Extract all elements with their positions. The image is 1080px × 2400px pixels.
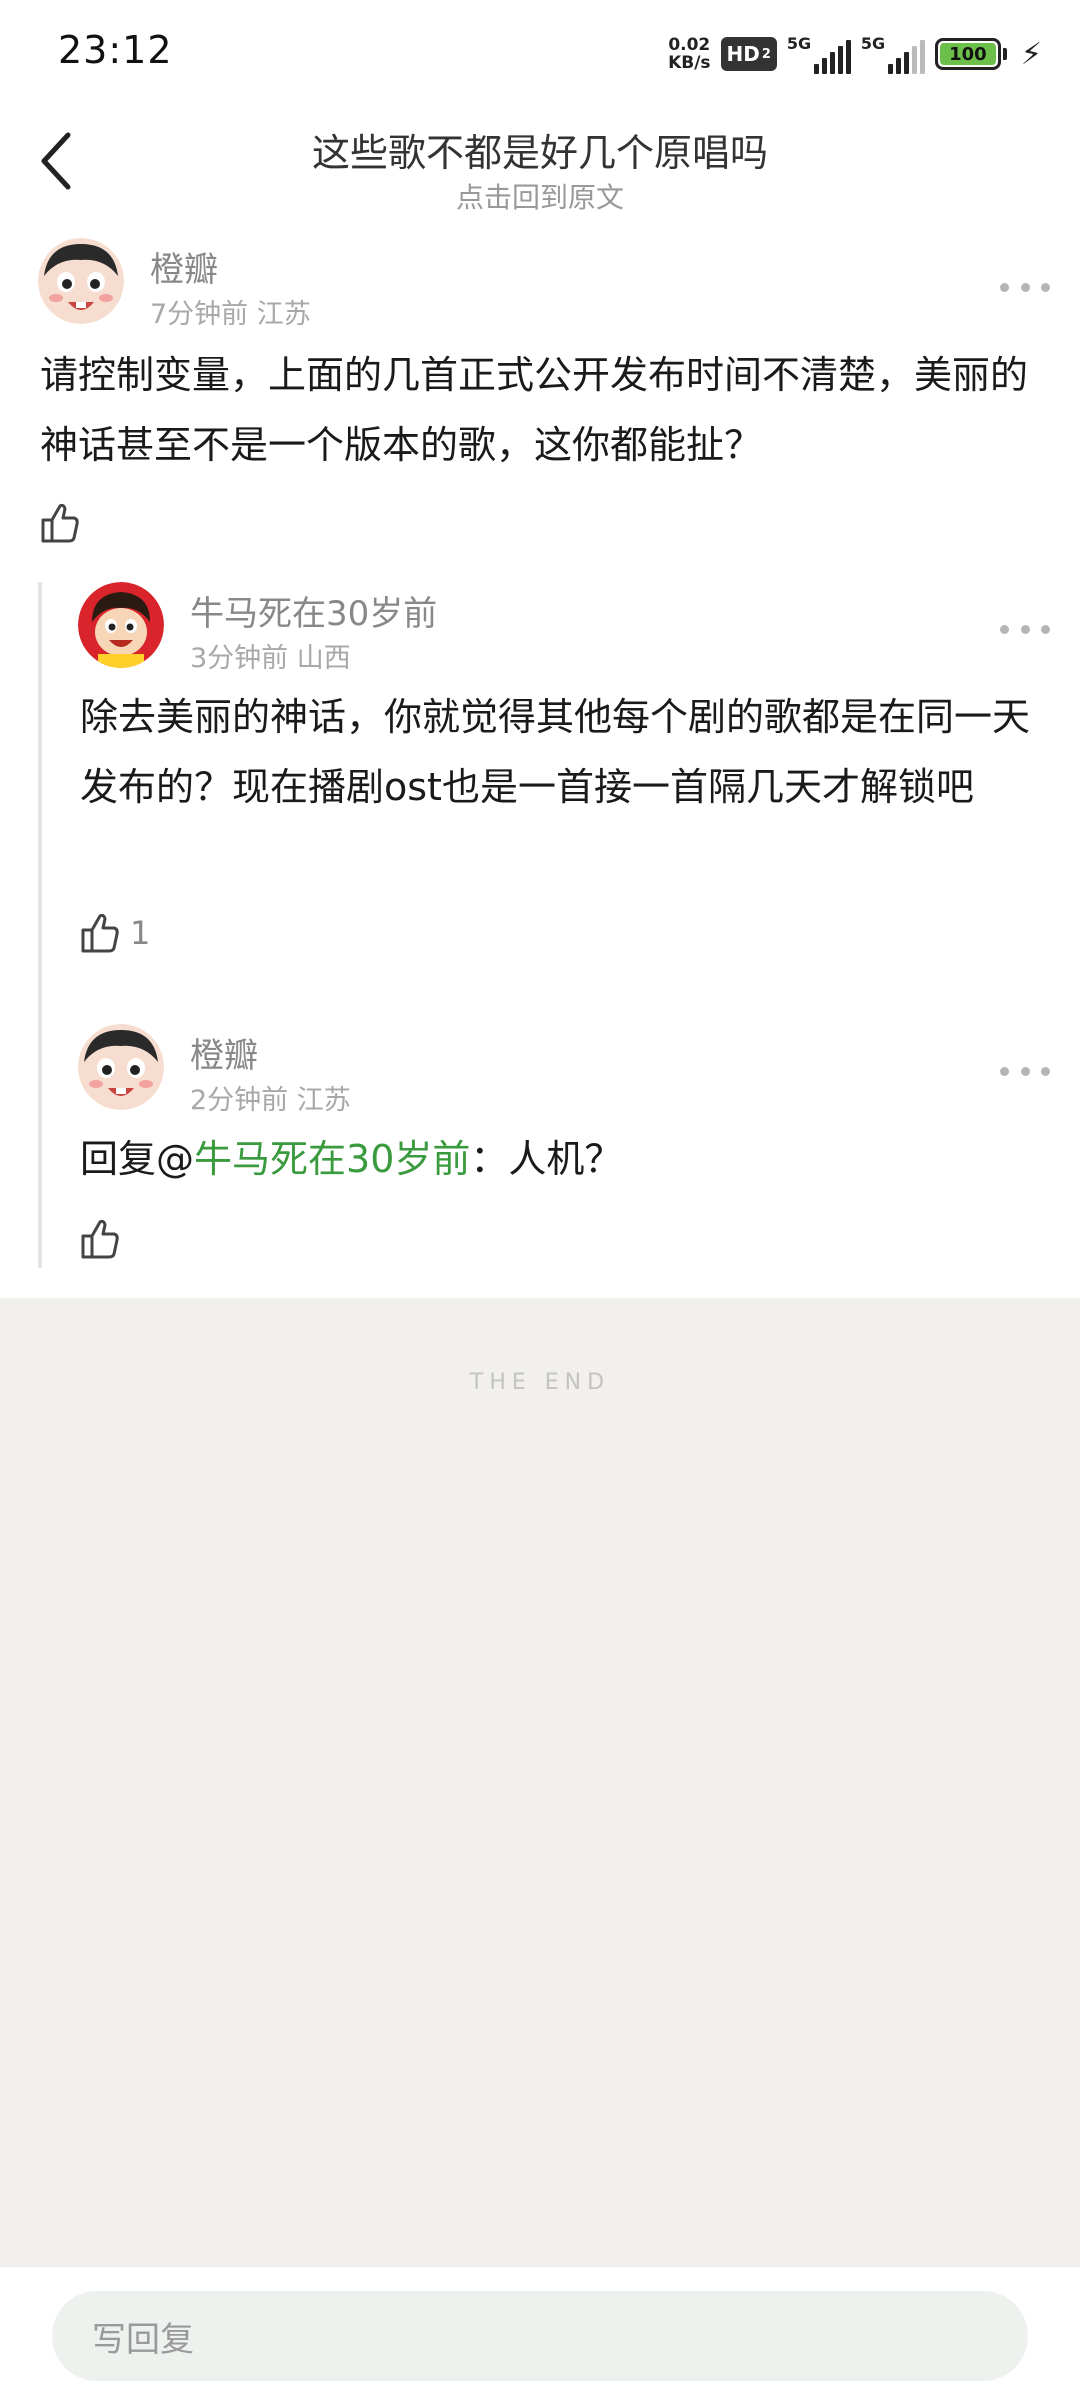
network-speed-unit: KB/s bbox=[668, 53, 711, 73]
status-icons: 0.02 KB/s HD 2 5G 5G 100 ⚡ bbox=[668, 30, 1042, 78]
like-button[interactable] bbox=[80, 1214, 130, 1264]
network-speed-value: 0.02 bbox=[668, 35, 711, 55]
thumbs-up-icon bbox=[81, 1219, 119, 1259]
signal-label: 5G bbox=[860, 34, 886, 53]
page-title: 这些歌不都是好几个原唱吗 bbox=[311, 131, 768, 175]
comment-location: 江苏 bbox=[296, 1085, 351, 1116]
reply-input[interactable]: 写回复 bbox=[52, 2291, 1028, 2381]
status-bar: 23:12 0.02 KB/s HD 2 5G 5G 100 ⚡ bbox=[0, 0, 1080, 100]
comment-location: 山西 bbox=[296, 643, 351, 674]
back-to-original-link[interactable]: 点击回到原文 bbox=[0, 176, 1080, 216]
comment-time: 7分钟前 bbox=[150, 299, 249, 330]
comment-content: 请控制变量，上面的几首正式公开发布时间不清楚，美丽的神话甚至不是一个版本的歌，这… bbox=[40, 353, 1029, 467]
bolt-icon: ⚡ bbox=[1020, 36, 1042, 72]
avatar[interactable] bbox=[78, 582, 164, 668]
comment-meta: 7分钟前 江苏 bbox=[150, 292, 311, 331]
comment-content: 回复@牛马死在30岁前：人机？ bbox=[80, 1124, 1040, 1194]
signal-label: 5G bbox=[786, 34, 812, 53]
comment-time: 2分钟前 bbox=[190, 1085, 289, 1116]
network-speed: 0.02 KB/s bbox=[668, 36, 710, 72]
signal-icon: 5G bbox=[861, 34, 925, 74]
comment-content: 除去美丽的神话，你就觉得其他每个剧的歌都是在同一天发布的？现在播剧ost也是一首… bbox=[80, 695, 1031, 809]
cartoon-face-icon bbox=[78, 1024, 164, 1110]
user-name[interactable]: 牛马死在30岁前 bbox=[190, 586, 437, 635]
user-name[interactable]: 橙瓣 bbox=[190, 1028, 258, 1077]
reply-text: ：人机？ bbox=[470, 1137, 623, 1181]
comment-location: 江苏 bbox=[256, 299, 311, 330]
hd-sub: 2 bbox=[761, 46, 771, 62]
thumbs-up-icon bbox=[41, 503, 79, 543]
cartoon-boy-icon bbox=[78, 582, 164, 668]
more-options-button[interactable] bbox=[1000, 1056, 1050, 1086]
thumbs-up-icon bbox=[81, 913, 119, 953]
hd-icon: HD 2 bbox=[720, 37, 777, 71]
battery-level: 100 bbox=[939, 43, 996, 65]
avatar[interactable] bbox=[78, 1024, 164, 1110]
end-label: THE END bbox=[469, 1370, 611, 1395]
reply-thread-line bbox=[38, 582, 42, 1268]
mention-link[interactable]: 牛马死在30岁前 bbox=[194, 1137, 470, 1181]
hd-label: HD bbox=[726, 42, 760, 66]
battery-icon: 100 bbox=[934, 38, 1007, 70]
avatar[interactable] bbox=[38, 238, 124, 324]
comment-meta: 2分钟前 江苏 bbox=[190, 1078, 351, 1117]
like-count: 1 bbox=[130, 914, 151, 952]
cartoon-face-icon bbox=[38, 238, 124, 324]
more-options-button[interactable] bbox=[1000, 272, 1050, 302]
end-section: THE END bbox=[0, 1298, 1080, 2266]
signal-icon: 5G bbox=[787, 34, 851, 74]
reply-bar: 写回复 bbox=[0, 2266, 1080, 2400]
comment-time: 3分钟前 bbox=[190, 643, 289, 674]
like-button[interactable]: 1 bbox=[80, 908, 150, 958]
header: 这些歌不都是好几个原唱吗 点击回到原文 bbox=[0, 100, 1080, 220]
status-time: 23:12 bbox=[58, 28, 173, 72]
comment-meta: 3分钟前 山西 bbox=[190, 636, 351, 675]
reply-prefix: 回复@ bbox=[80, 1137, 195, 1181]
more-options-button[interactable] bbox=[1000, 614, 1050, 644]
user-name[interactable]: 橙瓣 bbox=[150, 242, 218, 291]
like-button[interactable] bbox=[40, 498, 90, 548]
